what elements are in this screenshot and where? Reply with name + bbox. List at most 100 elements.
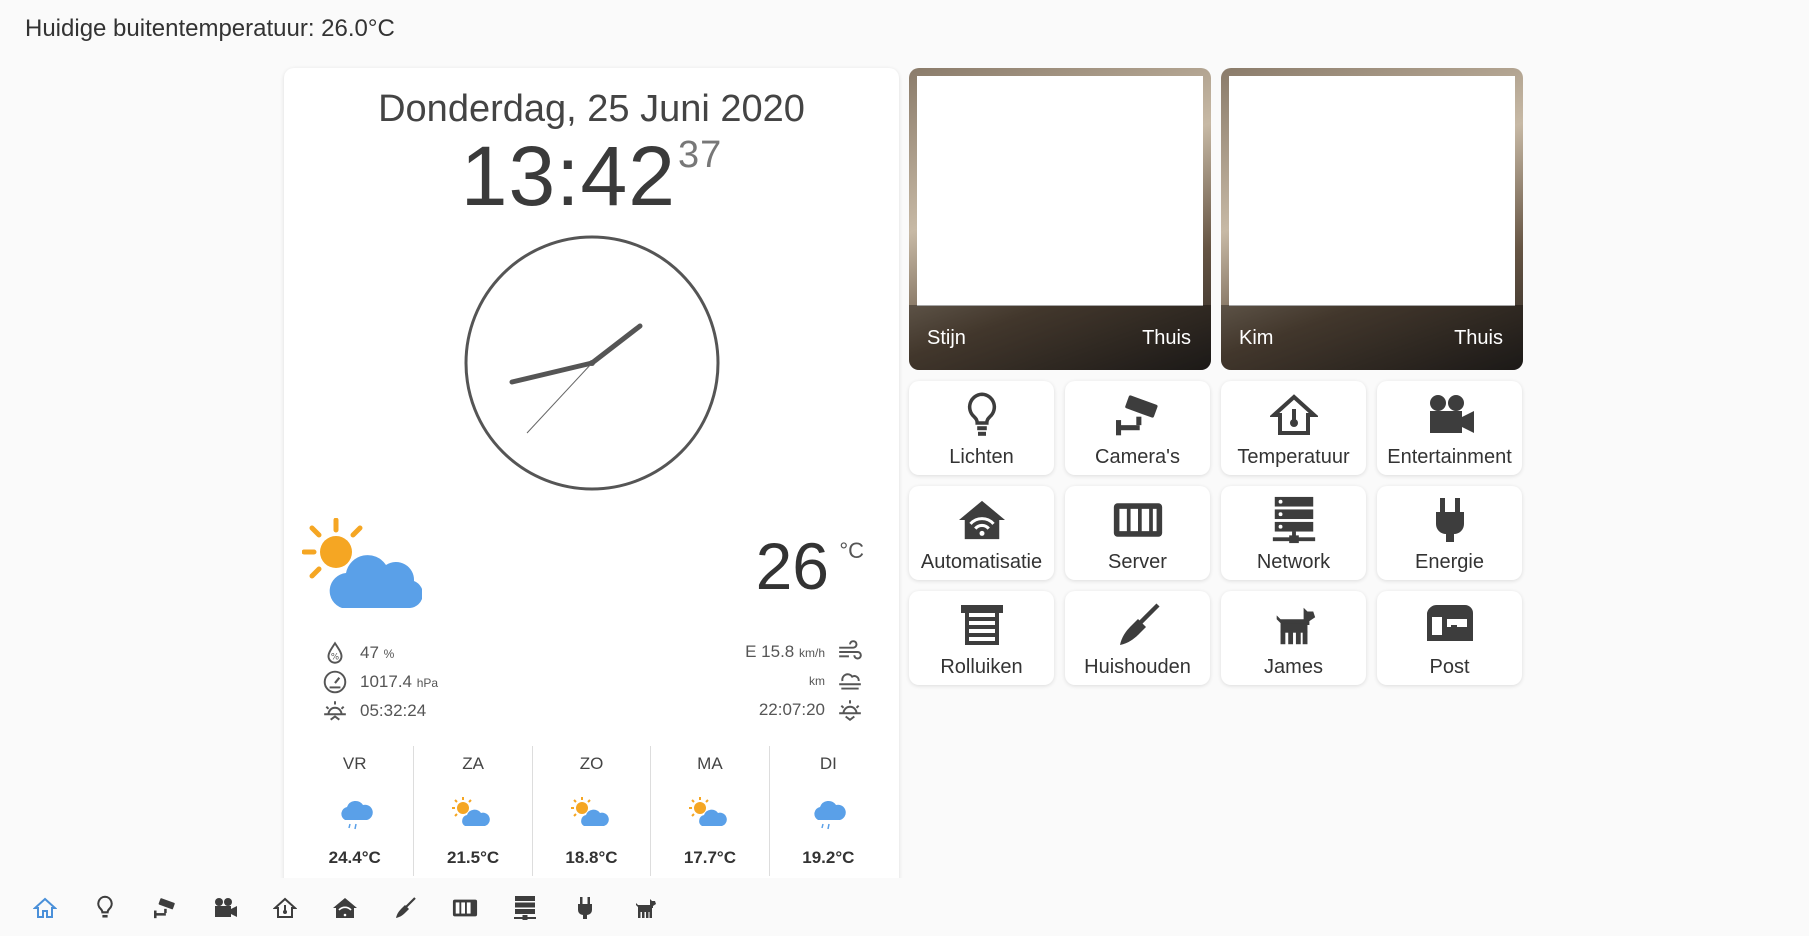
wind-icon xyxy=(839,640,862,660)
clock-weather-card: Donderdag, 25 Juni 2020 13:4237 26 °C % … xyxy=(284,68,899,936)
home-wifi-icon xyxy=(958,500,1005,540)
mailbox-icon xyxy=(1426,604,1473,641)
sunset-icon xyxy=(839,700,861,721)
tile-temperatuur[interactable]: Temperatuur xyxy=(1221,381,1366,475)
server-icon xyxy=(1113,503,1162,537)
forecast-day: MA 17.7°C xyxy=(650,746,768,876)
nav-james[interactable] xyxy=(630,893,660,923)
tile-label: Energie xyxy=(1415,551,1484,573)
humidity-row: % 47 % xyxy=(322,640,394,666)
pressure-value: 1017.4 xyxy=(360,672,412,691)
sunrise-time: 05:32:24 xyxy=(360,701,427,720)
broom-icon xyxy=(396,897,416,918)
server-icon xyxy=(452,899,478,917)
digital-time: 13:4237 xyxy=(284,128,899,225)
lightbulb-icon xyxy=(97,895,113,918)
tile-label: James xyxy=(1264,656,1323,678)
person-card-stijn[interactable]: Stijn Thuis xyxy=(909,68,1211,370)
partly-cloudy-icon xyxy=(302,518,422,608)
movie-camera-icon xyxy=(1429,395,1474,433)
cctv-icon xyxy=(1115,395,1158,436)
nav-temperatuur[interactable] xyxy=(270,893,300,923)
pressure-unit: hPa xyxy=(416,676,439,690)
sunrise-icon xyxy=(324,701,346,721)
tile-label: Server xyxy=(1108,551,1167,573)
forecast-temp: 19.2°C xyxy=(802,848,855,867)
forecast-temp: 21.5°C xyxy=(447,848,500,867)
tile-post[interactable]: Post xyxy=(1377,591,1522,685)
nav-server[interactable] xyxy=(450,893,480,923)
cctv-icon xyxy=(154,898,175,919)
tile-entertainment[interactable]: Entertainment xyxy=(1377,381,1522,475)
person-card-kim[interactable]: Kim Thuis xyxy=(1221,68,1523,370)
tile-cameras[interactable]: Camera's xyxy=(1065,381,1210,475)
dog-icon xyxy=(1276,607,1315,645)
person-state: Thuis xyxy=(1454,327,1503,349)
nav-network[interactable] xyxy=(510,893,540,923)
server-network-icon xyxy=(514,896,536,920)
tile-label: Lichten xyxy=(949,446,1014,468)
time-seconds: 37 xyxy=(677,134,723,176)
person-photo xyxy=(917,76,1203,306)
dog-icon xyxy=(636,899,656,918)
home-icon xyxy=(33,897,57,918)
tile-label: Network xyxy=(1256,551,1331,573)
forecast-day-name: VR xyxy=(342,754,367,773)
nav-energie[interactable] xyxy=(570,893,600,923)
partly-cloudy-icon xyxy=(570,797,609,826)
movie-camera-icon xyxy=(215,898,237,917)
forecast-temp: 24.4°C xyxy=(328,848,381,867)
nav-huishouden[interactable] xyxy=(390,893,420,923)
tile-automatisatie[interactable]: Automatisatie xyxy=(909,486,1054,580)
analog-clock xyxy=(464,235,720,491)
forecast-row: VR 24.4°C ZA 21.5°C ZO 18.8°C MA 17.7°C … xyxy=(284,746,899,876)
nav-cameras[interactable] xyxy=(150,893,180,923)
tile-label: Post xyxy=(1429,656,1470,678)
forecast-day: VR 24.4°C xyxy=(296,746,413,876)
tile-label: Huishouden xyxy=(1084,656,1191,678)
sunset-row: 22:07:20 xyxy=(759,697,863,723)
svg-text:%: % xyxy=(331,653,339,663)
server-network-icon xyxy=(1272,496,1315,544)
forecast-day-name: DI xyxy=(819,754,837,773)
nav-home[interactable] xyxy=(30,893,60,923)
time-hhmm: 13:42 xyxy=(460,129,676,223)
tile-server[interactable]: Server xyxy=(1065,486,1210,580)
tile-rolluiken[interactable]: Rolluiken xyxy=(909,591,1054,685)
forecast-temp: 18.8°C xyxy=(565,848,618,867)
forecast-day-name: ZO xyxy=(579,754,604,773)
humidity-unit: % xyxy=(383,647,395,661)
nav-entertainment[interactable] xyxy=(210,893,240,923)
outside-temperature-text: Huidige buitentemperatuur: 26.0°C xyxy=(25,15,395,42)
rain-cloud-icon xyxy=(814,800,847,830)
fog-icon xyxy=(839,673,861,690)
broom-icon xyxy=(1119,603,1160,645)
person-state: Thuis xyxy=(1142,327,1191,349)
wind-unit: km/h xyxy=(798,646,825,660)
forecast-temp: 17.7°C xyxy=(683,848,736,867)
nav-lichten[interactable] xyxy=(90,893,120,923)
date-text: Donderdag, 25 Juni 2020 xyxy=(378,88,805,130)
tile-energie[interactable]: Energie xyxy=(1377,486,1522,580)
person-name: Kim xyxy=(1239,327,1274,349)
tile-huishouden[interactable]: Huishouden xyxy=(1065,591,1210,685)
forecast-day: ZO 18.8°C xyxy=(531,746,650,876)
forecast-day-name: ZA xyxy=(462,754,484,773)
tile-label: Rolluiken xyxy=(940,656,1023,678)
home-wifi-icon xyxy=(333,898,357,918)
visibility-row: km xyxy=(809,668,863,694)
sunset-time: 22:07:20 xyxy=(758,700,825,719)
person-name: Stijn xyxy=(927,327,966,349)
nav-automatisatie[interactable] xyxy=(330,893,360,923)
person-photo xyxy=(1229,76,1515,306)
lightbulb-icon xyxy=(967,392,996,436)
tile-network[interactable]: Network xyxy=(1221,486,1366,580)
tile-lichten[interactable]: Lichten xyxy=(909,381,1054,475)
tile-label: Entertainment xyxy=(1387,446,1512,468)
pressure-row: 1017.4 hPa xyxy=(322,669,438,695)
wind-row: E 15.8 km/h xyxy=(745,639,863,665)
tile-james[interactable]: James xyxy=(1221,591,1366,685)
tile-label: Automatisatie xyxy=(920,551,1043,573)
tile-label: Camera's xyxy=(1095,446,1180,468)
sunrise-row: 05:32:24 xyxy=(322,698,426,724)
